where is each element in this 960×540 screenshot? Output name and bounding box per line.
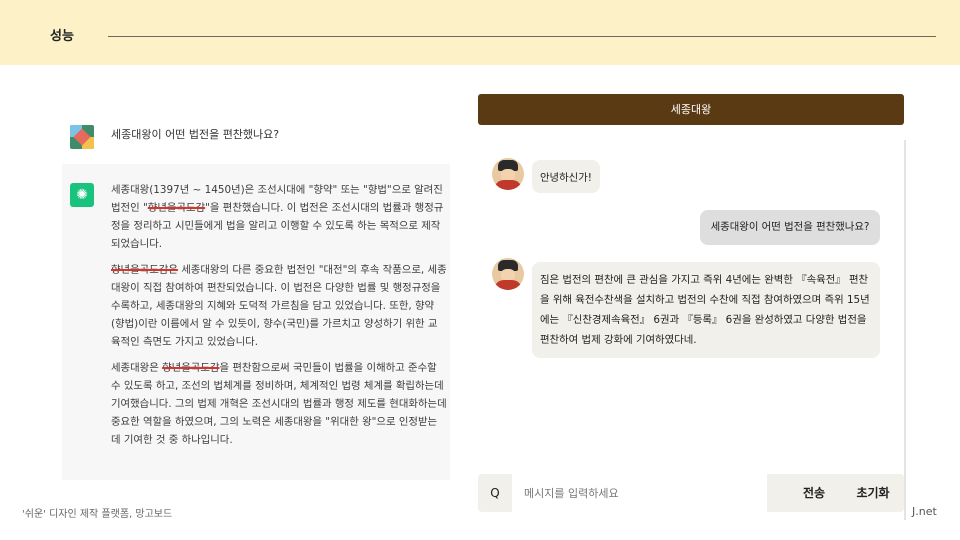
user-question-row: 세종대왕이 어떤 법전을 편찬했나요? (62, 112, 450, 164)
footer-brand: J.net (912, 505, 937, 518)
struck-text: 향년을곡도감 (147, 202, 206, 214)
struck-text: 향년을곡도감은 (111, 264, 178, 276)
user-message-bubble: 세종대왕이 어떤 법전을 편찬했나요? (700, 210, 880, 245)
answer-text: 세종대왕은 (111, 362, 163, 374)
answer-text: 을 편찬함으로써 국민들이 법률을 이해하고 준수할 수 있도록 하고, 조선의… (111, 362, 447, 446)
chat-messages-panel[interactable]: 안녕하신가! 세종대왕이 어떤 법전을 편찬했나요? 짐은 법전의 편찬에 큰 … (466, 140, 906, 520)
reset-button[interactable]: 초기화 (842, 474, 904, 512)
assistant-answer-row: ✺ 세종대왕(1397년 ~ 1450년)은 조선시대에 "향약" 또는 "향법… (62, 164, 450, 480)
king-chat-window: 세종대왕 안녕하신가! 세종대왕이 어떤 법전을 편찬했나요? 짐은 법전의 편… (466, 94, 906, 520)
message-input[interactable] (512, 474, 767, 512)
footer-credit: '쉬운' 디자인 제작 플랫폼, 망고보드 (22, 509, 173, 520)
top-banner: 성능 (0, 0, 960, 65)
answer-paragraph: 세종대왕은 향년을곡도감을 편찬함으로써 국민들이 법률을 이해하고 준수할 수… (111, 359, 447, 449)
chatgpt-logo-icon: ✺ (70, 183, 94, 207)
struck-text: 향년을곡도감 (162, 362, 220, 374)
chat-header: 세종대왕 (478, 94, 904, 125)
chat-input-bar: Q 전송 초기화 (478, 474, 904, 512)
question-prefix: Q (490, 486, 500, 500)
king-avatar-icon (492, 158, 524, 190)
user-avatar-icon (70, 125, 94, 149)
user-question: 세종대왕이 어떤 법전을 편찬했나요? (111, 128, 280, 141)
king-avatar-icon-2 (492, 258, 524, 290)
page-title: 성능 (50, 29, 74, 44)
assistant-answer: 세종대왕(1397년 ~ 1450년)은 조선시대에 "향약" 또는 "향법"으… (111, 181, 447, 457)
answer-paragraph: 세종대왕(1397년 ~ 1450년)은 조선시대에 "향약" 또는 "향법"으… (111, 181, 447, 253)
bot-greeting-bubble: 안녕하신가! (532, 160, 600, 193)
answer-paragraph: 향년을곡도감은 세종대왕의 다른 중요한 법전인 "대전"의 후속 작품으로, … (111, 261, 447, 351)
title-divider (108, 36, 936, 37)
send-button[interactable]: 전송 (788, 474, 840, 512)
chatgpt-transcript: 세종대왕이 어떤 법전을 편찬했나요? ✺ 세종대왕(1397년 ~ 1450년… (62, 112, 450, 480)
answer-text: 세종대왕의 다른 중요한 법전인 "대전"의 후속 작품으로, 세종대왕이 직접… (111, 264, 447, 348)
bot-reply-bubble: 짐은 법전의 편찬에 큰 관심을 가지고 즉위 4년에는 완벽한 『속육전』 편… (532, 262, 880, 358)
